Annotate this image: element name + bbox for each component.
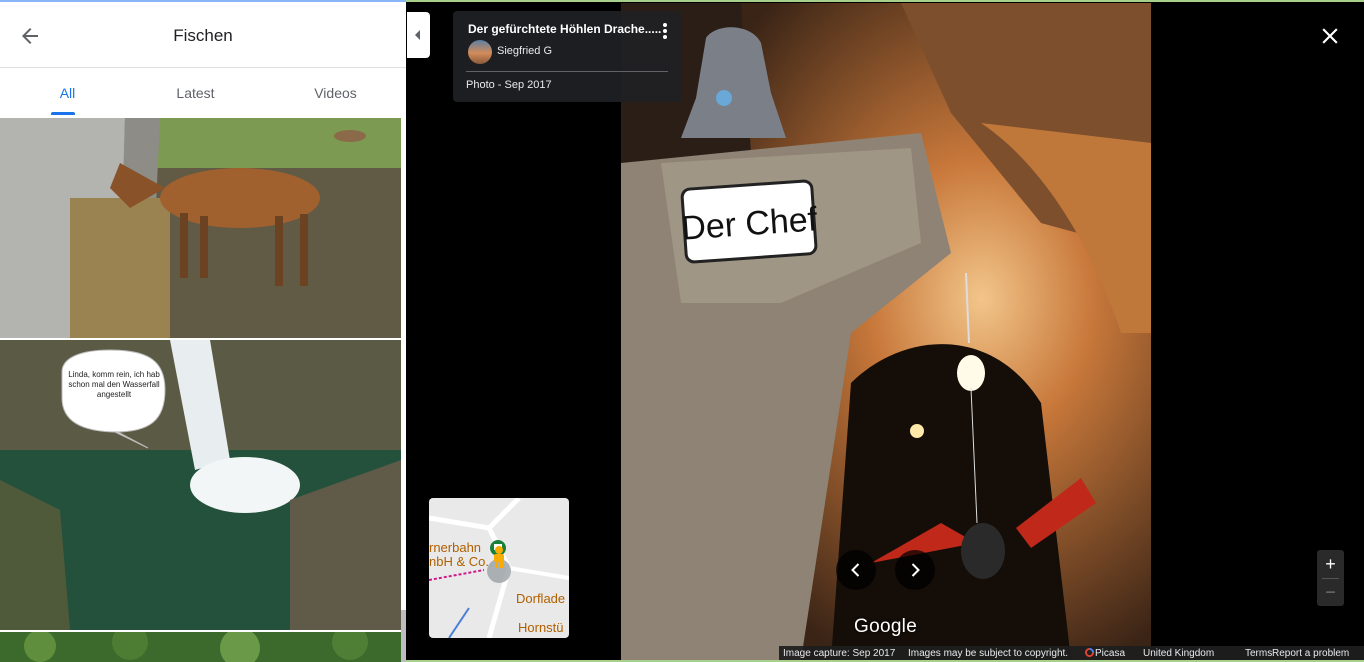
next-photo-button[interactable] [895,550,935,590]
map-label-2: nbH & Co. [429,554,489,569]
collapse-panel-button[interactable] [407,12,430,58]
close-button[interactable] [1317,23,1343,49]
region-link[interactable]: United Kingdom [1143,648,1214,659]
photo-tile-waterfall[interactable]: Linda, komm rein, ich hab schon mal den … [0,340,401,630]
tab-bar: All Latest Videos [0,69,406,117]
tab-latest[interactable]: Latest [128,69,263,117]
photo-title: Der gefürchtete Höhlen Drache..... [468,22,662,36]
pegman-icon [494,546,504,568]
divider [466,71,668,72]
photo-info-card: Der gefürchtete Höhlen Drache..... Siegf… [453,11,682,102]
report-problem-link[interactable]: Report a problem [1272,648,1349,659]
photo-viewer[interactable]: Der Chef [621,3,1151,660]
zoom-out-button[interactable]: − [1317,578,1344,606]
zoom-control: + − [1317,550,1344,606]
waterfall-photo: Linda, komm rein, ich hab schon mal den … [0,340,401,630]
chevron-right-icon [911,563,920,577]
photo-grid: Linda, komm rein, ich hab schon mal den … [0,118,401,662]
image-capture-date: Image capture: Sep 2017 [783,648,896,659]
picasa-icon [1085,648,1094,660]
top-border [406,0,1364,2]
tab-videos[interactable]: Videos [268,69,403,117]
page-title: Fischen [173,26,233,45]
photo-date: Photo - Sep 2017 [466,79,552,91]
map-label-3: Dorflade [516,591,566,606]
avatar[interactable] [468,40,492,64]
google-watermark: Google [854,616,918,637]
copyright-notice: Images may be subject to copyright. [908,648,1069,659]
photos-panel: Fischen All Latest Videos Linda, komm re… [0,0,406,662]
more-options-icon[interactable] [662,23,668,41]
panel-header: Fischen [0,4,406,68]
speech-bubble-text: Linda, komm rein, ich hab schon mal den … [68,370,160,399]
scrollbar[interactable] [401,610,406,662]
forest-photo [0,632,401,662]
minimap[interactable]: rnerbahn nbH & Co. Dorflade Hornstü [429,498,569,638]
photo-tile-deer[interactable] [0,118,401,338]
photo-tile-forest[interactable] [0,632,401,662]
terms-link[interactable]: Terms [1245,648,1272,659]
picasa-link[interactable]: Picasa [1095,648,1125,659]
cave-photo: Der Chef [621,3,1151,660]
tab-all[interactable]: All [0,69,135,117]
map-label-4: Hornstü [518,620,564,635]
close-icon [1322,28,1338,44]
deer-photo [0,118,401,338]
zoom-in-button[interactable]: + [1317,550,1344,578]
map-label-1: rnerbahn [429,540,482,555]
app-window: Fischen All Latest Videos Linda, komm re… [0,0,1364,662]
caret-left-icon [415,30,420,40]
author-name[interactable]: Siegfried G [497,45,552,57]
chevron-left-icon [851,563,860,577]
previous-photo-button[interactable] [836,550,876,590]
